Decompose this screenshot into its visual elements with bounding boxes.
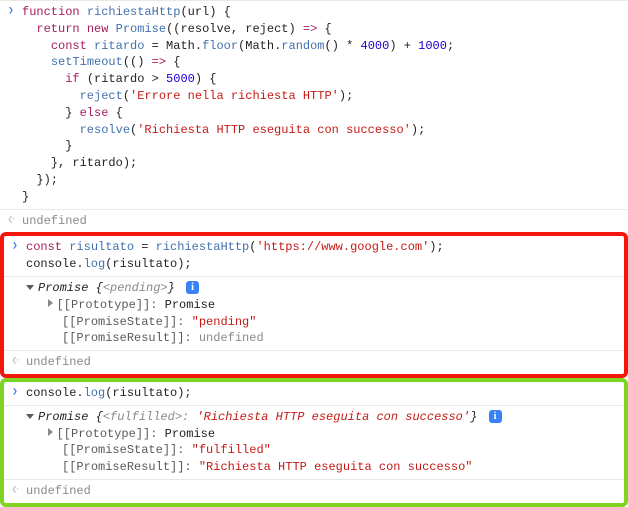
console-log-output: Promise {<pending>} i [[Prototype]]: Pro… [4,276,624,350]
promise-header-state: <pending> [103,281,168,295]
console-output-entry: undefined [0,209,628,233]
disclosure-triangle-icon[interactable] [26,414,34,419]
console-log-output: Promise {<fulfilled>: 'Richiesta HTTP es… [4,405,624,479]
prototype-label: [[Prototype]]: [57,427,165,441]
blank-gutter [4,279,26,281]
code-block: const risultato = richiestaHttp('https:/… [26,238,624,274]
promise-header-sep: : [182,410,196,424]
blank-gutter [4,408,26,410]
undefined-output: undefined [22,212,628,231]
output-marker-icon [0,212,22,228]
promise-result-label: [[PromiseResult]]: [62,460,199,474]
promise-state-label: [[PromiseState]]: [62,315,192,329]
promise-state-value: "fulfilled" [192,443,271,457]
disclosure-triangle-icon[interactable] [48,428,53,436]
highlighted-block-pending: const risultato = richiestaHttp('https:/… [0,232,628,378]
promise-header-prefix: Promise [38,410,96,424]
promise-state-value: "pending" [192,315,257,329]
promise-state-label: [[PromiseState]]: [62,443,192,457]
promise-header-state: <fulfilled> [103,410,182,424]
undefined-output: undefined [26,353,624,372]
highlighted-block-fulfilled: console.log(risultato); Promise {<fulfil… [0,378,628,507]
promise-result-value: undefined [199,331,264,345]
promise-object-pending[interactable]: Promise {<pending>} i [[Prototype]]: Pro… [26,279,624,348]
console-output-entry: undefined [4,350,624,374]
console-output-entry: undefined [4,479,624,503]
code-block: function richiestaHttp(url) { return new… [22,3,628,207]
promise-header-value: 'Richiesta HTTP eseguita con successo' [196,410,470,424]
promise-object-fulfilled[interactable]: Promise {<fulfilled>: 'Richiesta HTTP es… [26,408,624,477]
undefined-output: undefined [26,482,624,501]
promise-result-label: [[PromiseResult]]: [62,331,199,345]
input-marker-icon [4,384,26,400]
prototype-value: Promise [165,427,215,441]
promise-result-value: "Richiesta HTTP eseguita con successo" [199,460,473,474]
console-input-entry: function richiestaHttp(url) { return new… [0,0,628,209]
console-input-entry: console.log(risultato); [4,382,624,405]
promise-header-prefix: Promise [38,281,96,295]
disclosure-triangle-icon[interactable] [26,285,34,290]
prototype-value: Promise [165,298,215,312]
info-icon[interactable]: i [489,410,502,423]
output-marker-icon [4,482,26,498]
output-marker-icon [4,353,26,369]
input-marker-icon [0,3,22,19]
code-block: console.log(risultato); [26,384,624,403]
prototype-label: [[Prototype]]: [57,298,165,312]
console-input-entry: const risultato = richiestaHttp('https:/… [4,236,624,276]
disclosure-triangle-icon[interactable] [48,299,53,307]
input-marker-icon [4,238,26,254]
info-icon[interactable]: i [186,281,199,294]
